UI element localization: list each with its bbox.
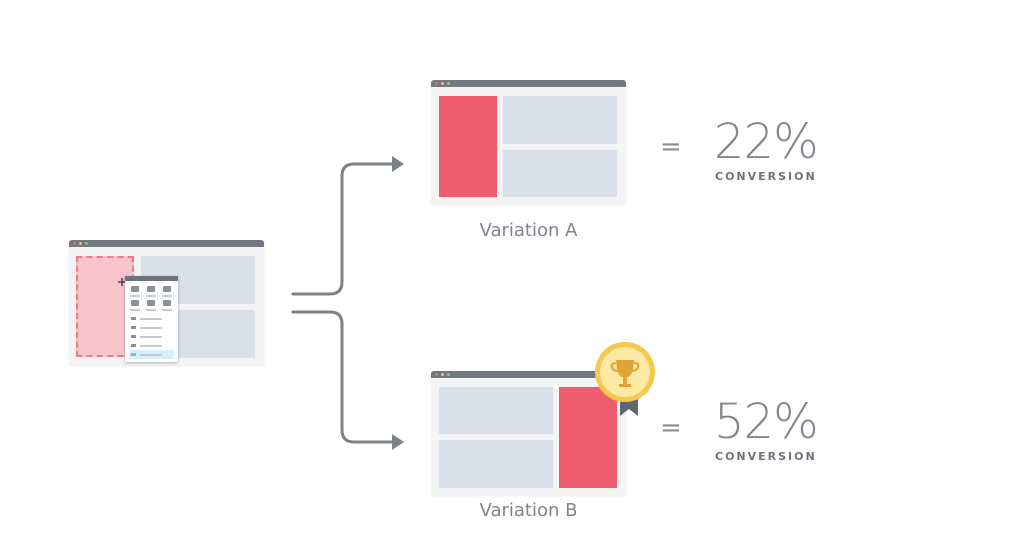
resize-tool-label [146, 295, 156, 297]
minimize-dot [79, 242, 82, 245]
edit-tool-label [162, 295, 172, 297]
menu-item-label [140, 327, 162, 329]
rearrange-tool-label [130, 309, 140, 311]
variation-a-red-column [439, 96, 497, 197]
track-icon [131, 353, 136, 356]
add-tool-icon[interactable] [131, 286, 139, 292]
variation-b-conversion-value: 52% [714, 394, 819, 450]
arrowhead-a [392, 156, 404, 172]
menu-item[interactable] [129, 323, 174, 332]
minimize-dot [441, 373, 444, 376]
menu-item[interactable] [129, 332, 174, 341]
arrowhead-b [392, 434, 404, 450]
eye-icon [131, 344, 136, 347]
split-arrows [291, 156, 404, 450]
close-dot [435, 373, 438, 376]
image-icon [131, 326, 136, 329]
menu-item-highlighted[interactable] [129, 350, 174, 359]
pencil-icon [131, 317, 136, 320]
arrow-to-variation-a [291, 162, 397, 296]
variation-b-label: Variation B [479, 500, 578, 521]
equals-sign-b: = [660, 413, 682, 443]
menu-header [125, 276, 178, 281]
remove-tool-icon[interactable] [163, 300, 171, 306]
link-icon [131, 335, 136, 338]
close-dot [435, 82, 438, 85]
menu-item[interactable] [129, 341, 174, 350]
maximize-dot [447, 373, 450, 376]
variation-a-label: Variation A [479, 220, 578, 241]
content-panel-bottom [439, 440, 553, 488]
remove-tool-label [162, 309, 172, 311]
resize-tool-icon[interactable] [147, 286, 155, 292]
window-titlebar [69, 240, 264, 247]
menu-item-label [140, 345, 162, 347]
editor-context-menu[interactable] [125, 276, 178, 362]
content-panel-bottom [503, 150, 617, 197]
menu-item-label [140, 354, 162, 356]
menu-item-label [140, 318, 162, 320]
menu-item[interactable] [129, 314, 174, 323]
variation-a-conversion-label: CONVERSION [715, 170, 817, 183]
maximize-dot [447, 82, 450, 85]
arrow-to-variation-b [291, 310, 397, 444]
close-dot [73, 242, 76, 245]
window-titlebar [431, 80, 626, 87]
hide-tool-label [146, 309, 156, 311]
hide-tool-icon[interactable] [147, 300, 155, 306]
variation-a-conversion-value: 22% [714, 114, 819, 170]
variation-b-conversion-label: CONVERSION [715, 450, 817, 463]
add-tool-label [130, 295, 140, 297]
maximize-dot [85, 242, 88, 245]
winner-badge [595, 342, 655, 416]
minimize-dot [441, 82, 444, 85]
rearrange-tool-icon[interactable] [131, 300, 139, 306]
content-panel-top [439, 387, 553, 434]
equals-sign-a: = [660, 132, 682, 162]
edit-tool-icon[interactable] [163, 286, 171, 292]
content-panel-top [503, 96, 617, 144]
source-page-window [69, 240, 264, 365]
variation-a-window [431, 80, 626, 204]
menu-item-label [140, 336, 162, 338]
